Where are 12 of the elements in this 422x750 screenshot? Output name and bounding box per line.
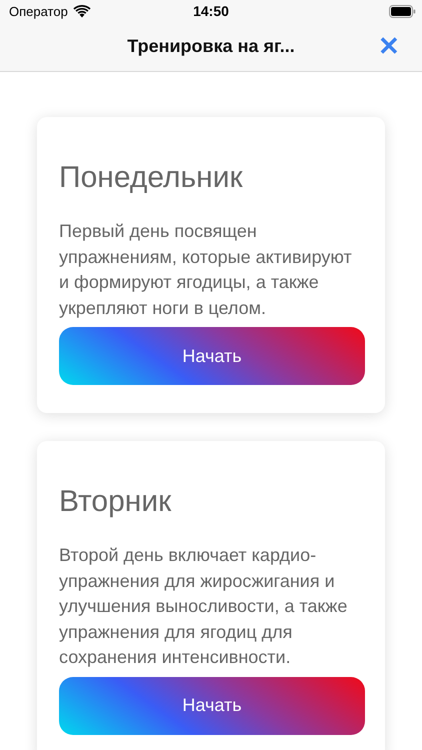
carrier-name: Оператор (9, 4, 68, 18)
wifi-icon (72, 4, 91, 18)
day-description: Второй день включает кардио-упражнения для жиросжигания и улучшения выносливости, а также упражнения для ягодиц для сохранения интенсивности. (59, 544, 348, 669)
day-description: Первый день посвящен упражнениям, которые активируют и формируют ягодицы, а также укрепляют ноги в целом. (59, 220, 353, 320)
close-button[interactable]: ✕ (378, 32, 400, 60)
day-title: Понедельник (59, 161, 244, 195)
status-time: 14:50 (193, 3, 229, 19)
day-title: Вторник (59, 485, 172, 519)
start-button[interactable]: Начать (59, 676, 365, 734)
battery-icon (389, 4, 416, 18)
start-button[interactable]: Начать (59, 327, 365, 385)
screen-title: Тренировка на яг... (127, 36, 295, 57)
